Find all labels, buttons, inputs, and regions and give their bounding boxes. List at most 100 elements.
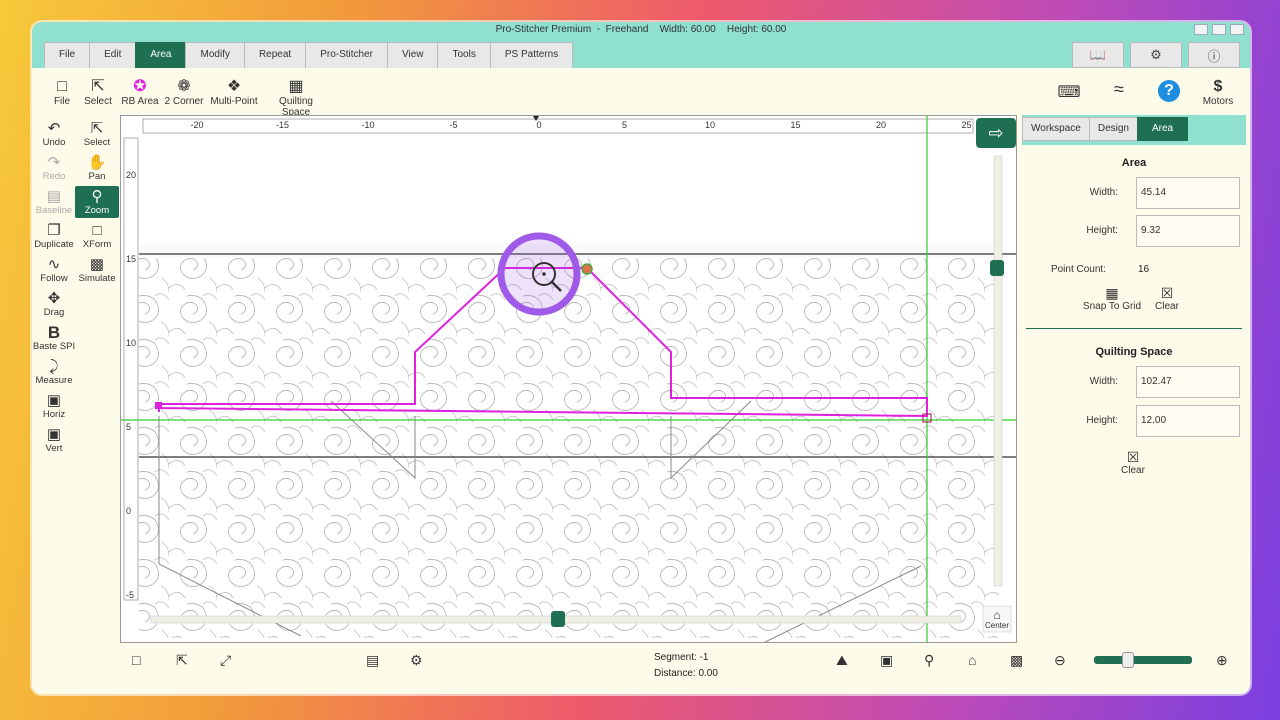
left-ruler [123, 137, 139, 601]
zoom-slider-thumb[interactable] [1122, 652, 1135, 668]
vertical-scroll-thumb[interactable] [990, 260, 1004, 276]
duplicate-button[interactable]: ❐ Duplicate [32, 222, 76, 250]
select-node-icon[interactable]: ⇱ [176, 652, 188, 669]
y-ruler-tick: 0 [126, 506, 132, 516]
properties-panel: Workspace Design Area Area Width: 45.14 … [1022, 115, 1246, 643]
qs-width-field[interactable]: 102.47 [1136, 366, 1240, 398]
x-ruler-tick: 0 [536, 120, 542, 130]
redo-icon: ↷ [47, 154, 61, 171]
qs-clear-button[interactable]: ☒ Clear [1118, 449, 1148, 476]
undo-button[interactable]: ↶ Undo [32, 120, 76, 148]
zoom-button[interactable]: ⚲ Zoom [75, 186, 119, 218]
tab-design[interactable]: Design [1088, 117, 1138, 141]
quilting-space-button[interactable]: ▦ Quilting Space [264, 78, 328, 118]
pan-button[interactable]: ✋ Pan [75, 154, 119, 182]
x-ruler-tick: 25 [961, 120, 972, 130]
tab-area-panel[interactable]: Area [1136, 117, 1189, 141]
zoom-box-icon[interactable]: ▩ [1010, 652, 1023, 669]
horiz-lock-button[interactable]: ▣ Horiz [32, 392, 76, 420]
motors-button[interactable]: $ Motors [1200, 78, 1236, 107]
tab-repeat[interactable]: Repeat [243, 42, 307, 68]
info-icon[interactable]: ⓘ [1188, 42, 1240, 68]
snap-to-grid-button[interactable]: ▦ Snap To Grid [1082, 285, 1142, 312]
center-button[interactable]: ⌂ Center [984, 609, 1010, 630]
tab-pro-stitcher[interactable]: Pro-Stitcher [305, 42, 388, 68]
measure-button[interactable]: ⤸ Measure [32, 358, 76, 386]
tab-modify[interactable]: Modify [185, 42, 245, 68]
menu-bar: File Edit Area Modify Repeat Pro-Stitche… [32, 38, 1250, 68]
image-icon[interactable]: ⛰ [836, 652, 848, 669]
zoom-out-icon[interactable]: ⊖ [1054, 652, 1066, 669]
qs-height-field[interactable]: 12.00 [1136, 405, 1240, 437]
tab-file[interactable]: File [44, 42, 91, 68]
help-icon[interactable]: ? [1158, 80, 1182, 102]
horizontal-scroll-thumb[interactable] [551, 611, 565, 627]
tab-tools[interactable]: Tools [437, 42, 491, 68]
minimize-button[interactable] [1194, 24, 1208, 35]
home-view-icon[interactable]: ⌂ [968, 652, 976, 668]
area-clear-button[interactable]: ☒ Clear [1152, 285, 1182, 312]
xform-icon: □ [92, 222, 102, 239]
baseline-button[interactable]: ▤ Baseline [32, 188, 76, 216]
status-bar: □ ⇱ ⤢ ▤ ⚙ Segment: -1 Distance: 0.00 ⛰ ▣… [32, 644, 1250, 694]
tab-ps-patterns[interactable]: PS Patterns [489, 42, 574, 68]
tab-area[interactable]: Area [135, 42, 187, 68]
zoom-in-icon[interactable]: ⊕ [1216, 652, 1228, 669]
select-tool-button[interactable]: ⇱ Select [75, 120, 119, 148]
area-section-title: Area [1121, 157, 1147, 169]
x-ruler-tick: -5 [449, 120, 458, 130]
select-multi-icon[interactable]: ⤢ [220, 652, 231, 669]
measure-icon: ⤸ [49, 358, 59, 375]
x-ruler-tick: -20 [190, 120, 204, 130]
selected-point[interactable] [581, 263, 593, 275]
keyboard-icon[interactable]: ⌨ [1054, 84, 1084, 102]
quilting-space-title: Quilting Space [1095, 346, 1173, 358]
follow-button[interactable]: ∿ Follow [32, 256, 76, 284]
gear-icon[interactable]: ⚙ [1130, 42, 1182, 68]
picture-icon[interactable]: ▣ [880, 652, 893, 669]
area-height-label: Height: [1086, 225, 1118, 236]
select-all-icon[interactable]: □ [132, 652, 140, 668]
zoom-fit-icon[interactable]: ⚲ [924, 652, 934, 669]
tab-view[interactable]: View [386, 42, 439, 68]
tab-edit[interactable]: Edit [89, 42, 137, 68]
settings-dial-icon[interactable]: ⚙ [410, 652, 423, 669]
baste-icon: B [47, 323, 61, 342]
svg-text:⇨: ⇨ [988, 123, 1003, 144]
motors-icon: $ [1213, 78, 1223, 95]
canvas-svg: ⇨ [121, 116, 1016, 642]
clear-icon: ☒ [1160, 285, 1174, 301]
file-button[interactable]: □ File [44, 78, 80, 107]
baseline-icon: ▤ [46, 188, 62, 205]
design-canvas[interactable]: ⇨ -20 -15 -10 -5 0 5 10 15 20 25 20 15 10 5 0 -5 ⌂ Cen… [120, 115, 1017, 643]
tab-workspace[interactable]: Workspace [1022, 117, 1090, 141]
qs-width-label: Width: [1089, 376, 1118, 387]
close-button[interactable] [1230, 24, 1244, 35]
cursor-icon: ⇱ [91, 78, 105, 95]
copy-icon: ❐ [47, 222, 61, 239]
area-width-field[interactable]: 45.14 [1136, 177, 1240, 209]
redo-button[interactable]: ↷ Redo [32, 154, 76, 182]
y-ruler-tick: -5 [126, 590, 135, 600]
baste-spi-button[interactable]: B Baste SPI [32, 324, 76, 352]
two-corner-button[interactable]: ❁ 2 Corner [162, 78, 206, 107]
target-icon: ❁ [177, 78, 191, 95]
lock-icon: ▣ [46, 426, 62, 443]
y-ruler-tick: 20 [126, 170, 137, 180]
area-width-label: Width: [1089, 187, 1118, 198]
ruler-icon[interactable]: ▤ [366, 652, 379, 669]
multi-point-button[interactable]: ❖ Multi-Point [208, 78, 260, 107]
maximize-button[interactable] [1212, 24, 1226, 35]
area-height-field[interactable]: 9.32 [1136, 215, 1240, 247]
select-button[interactable]: ⇱ Select [80, 78, 116, 107]
rb-area-button[interactable]: ✪ RB Area [120, 78, 160, 107]
title-bar: Pro-Stitcher Premium - Freehand Width: 6… [32, 22, 1250, 38]
vert-lock-button[interactable]: ▣ Vert [32, 426, 76, 454]
wifi-icon[interactable]: ≈ [1104, 80, 1134, 98]
simulate-button[interactable]: ▩ Simulate [75, 256, 119, 284]
distance-readout: Distance: 0.00 [654, 668, 718, 679]
xform-button[interactable]: □ XForm [75, 222, 119, 250]
zoom-slider[interactable] [1094, 652, 1192, 668]
drag-button[interactable]: ✥ Drag [32, 290, 76, 318]
book-icon[interactable]: 📖 [1072, 42, 1124, 68]
